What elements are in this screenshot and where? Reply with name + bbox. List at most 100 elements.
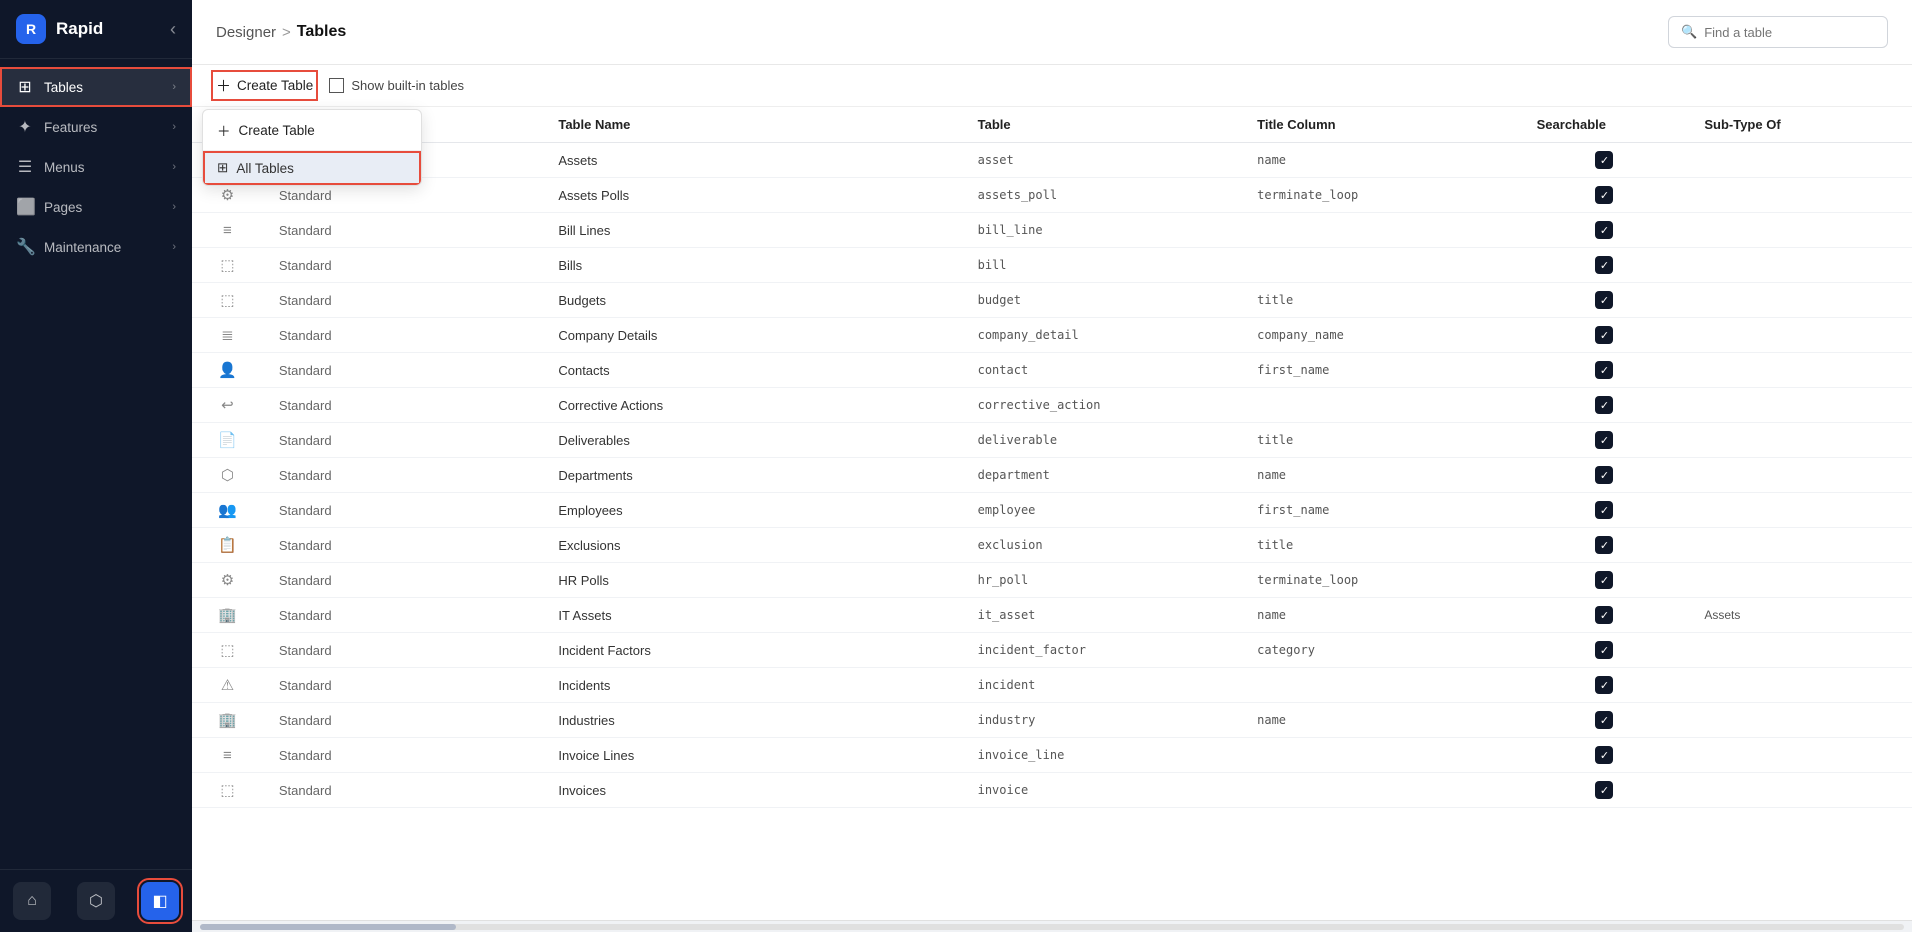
searchable-checkbox-checked: ✓ bbox=[1595, 711, 1613, 729]
table-row[interactable]: 📋StandardExclusionsexclusiontitle✓ bbox=[192, 528, 1912, 563]
searchable-checkbox-checked: ✓ bbox=[1595, 151, 1613, 169]
row-title-col: company_name bbox=[1241, 318, 1521, 353]
sidebar-item-maintenance[interactable]: 🔧 Maintenance › bbox=[0, 227, 192, 267]
row-subtype bbox=[1688, 458, 1912, 493]
col-header-searchable[interactable]: Searchable bbox=[1521, 107, 1689, 143]
table-row[interactable]: 📄StandardDeliverablesdeliverabletitle✓ bbox=[192, 423, 1912, 458]
row-type: Standard bbox=[263, 213, 543, 248]
row-name[interactable]: IT Assets bbox=[542, 598, 961, 633]
row-searchable: ✓ bbox=[1521, 563, 1689, 598]
table-row[interactable]: ≡StandardBill Linesbill_line✓ bbox=[192, 213, 1912, 248]
row-subtype bbox=[1688, 668, 1912, 703]
row-name[interactable]: Contacts bbox=[542, 353, 961, 388]
breadcrumb-designer[interactable]: Designer bbox=[216, 24, 276, 41]
row-name[interactable]: Corrective Actions bbox=[542, 388, 961, 423]
col-header-name[interactable]: Table Name bbox=[542, 107, 961, 143]
row-searchable: ✓ bbox=[1521, 423, 1689, 458]
table-row[interactable]: ↩StandardCorrective Actionscorrective_ac… bbox=[192, 388, 1912, 423]
row-name[interactable]: Exclusions bbox=[542, 528, 961, 563]
row-title-col: category bbox=[1241, 633, 1521, 668]
row-icon-cell: ⚠ bbox=[192, 668, 263, 703]
scroll-thumb[interactable] bbox=[200, 924, 456, 930]
dropdown-all-tables[interactable]: ⊞ All Tables ▶ bbox=[203, 151, 421, 185]
sidebar: R Rapid ‹ ⊞ Tables › ✦ Features › ☰ Menu… bbox=[0, 0, 192, 932]
show-built-in-label[interactable]: Show built-in tables bbox=[329, 78, 464, 93]
row-icon-cell: 📄 bbox=[192, 423, 263, 458]
horizontal-scrollbar[interactable] bbox=[192, 920, 1912, 932]
table-row[interactable]: ⚠StandardIncidentsincident✓ bbox=[192, 668, 1912, 703]
table-row[interactable]: ⬚StandardIncident Factorsincident_factor… bbox=[192, 633, 1912, 668]
breadcrumb: Designer > Tables bbox=[216, 23, 346, 41]
menus-arrow: › bbox=[172, 161, 176, 173]
row-name[interactable]: Departments bbox=[542, 458, 961, 493]
row-name[interactable]: Bill Lines bbox=[542, 213, 961, 248]
sidebar-item-pages[interactable]: ⬜ Pages › bbox=[0, 187, 192, 227]
col-header-subtype[interactable]: Sub-Type Of bbox=[1688, 107, 1912, 143]
searchable-checkbox-checked: ✓ bbox=[1595, 746, 1613, 764]
table-row[interactable]: ≣StandardCompany Detailscompany_detailco… bbox=[192, 318, 1912, 353]
row-type: Standard bbox=[263, 388, 543, 423]
scroll-track[interactable] bbox=[200, 924, 1904, 930]
row-searchable: ✓ bbox=[1521, 738, 1689, 773]
searchable-checkbox-checked: ✓ bbox=[1595, 606, 1613, 624]
row-table-id: incident_factor bbox=[962, 633, 1242, 668]
col-header-table[interactable]: Table bbox=[962, 107, 1242, 143]
row-name[interactable]: Bills bbox=[542, 248, 961, 283]
find-table-input-wrapper[interactable]: 🔍 bbox=[1668, 16, 1888, 48]
table-row[interactable]: ⬚StandardBudgetsbudgettitle✓ bbox=[192, 283, 1912, 318]
row-name[interactable]: Incident Factors bbox=[542, 633, 961, 668]
table-row[interactable]: 🏢StandardIndustriesindustryname✓ bbox=[192, 703, 1912, 738]
sidebar-collapse-button[interactable]: ‹ bbox=[170, 19, 176, 40]
row-type: Standard bbox=[263, 563, 543, 598]
home-button[interactable]: ⌂ bbox=[13, 882, 51, 920]
row-name[interactable]: Assets Polls bbox=[542, 178, 961, 213]
show-built-in-checkbox[interactable] bbox=[329, 78, 344, 93]
row-table-id: deliverable bbox=[962, 423, 1242, 458]
row-name[interactable]: Assets bbox=[542, 143, 961, 178]
create-table-dropdown: ＋ Create Table ⊞ All Tables ▶ bbox=[202, 109, 422, 186]
row-name[interactable]: Deliverables bbox=[542, 423, 961, 458]
sidebar-item-menus[interactable]: ☰ Menus › bbox=[0, 147, 192, 187]
row-subtype bbox=[1688, 633, 1912, 668]
table-row[interactable]: ⚙StandardHR Pollshr_pollterminate_loop✓ bbox=[192, 563, 1912, 598]
row-icon-cell: ⬚ bbox=[192, 633, 263, 668]
tables-table: Type Table Name Table Title Column Searc… bbox=[192, 107, 1912, 808]
table-row[interactable]: 👤StandardContactscontactfirst_name✓ bbox=[192, 353, 1912, 388]
table-row[interactable]: ≡StandardInvoice Linesinvoice_line✓ bbox=[192, 738, 1912, 773]
row-name[interactable]: Invoice Lines bbox=[542, 738, 961, 773]
row-searchable: ✓ bbox=[1521, 773, 1689, 808]
sidebar-item-menus-label: Menus bbox=[44, 160, 85, 175]
row-name[interactable]: Budgets bbox=[542, 283, 961, 318]
row-subtype bbox=[1688, 493, 1912, 528]
row-name[interactable]: HR Polls bbox=[542, 563, 961, 598]
row-title-col: title bbox=[1241, 283, 1521, 318]
sidebar-item-pages-label: Pages bbox=[44, 200, 82, 215]
row-subtype bbox=[1688, 388, 1912, 423]
row-title-col bbox=[1241, 388, 1521, 423]
searchable-checkbox-checked: ✓ bbox=[1595, 186, 1613, 204]
sidebar-item-tables[interactable]: ⊞ Tables › bbox=[0, 67, 192, 107]
find-table-input[interactable] bbox=[1704, 25, 1875, 40]
row-searchable: ✓ bbox=[1521, 178, 1689, 213]
network-button[interactable]: ⬡ bbox=[77, 882, 115, 920]
row-name[interactable]: Employees bbox=[542, 493, 961, 528]
table-row[interactable]: 🏢StandardIT Assetsit_assetname✓Assets bbox=[192, 598, 1912, 633]
table-row[interactable]: ⚙StandardAssets Pollsassets_pollterminat… bbox=[192, 178, 1912, 213]
table-row[interactable]: ⬡StandardDepartmentsdepartmentname✓ bbox=[192, 458, 1912, 493]
table-row[interactable]: ⬚StandardInvoicesinvoice✓ bbox=[192, 773, 1912, 808]
row-icon-cell: ⬚ bbox=[192, 283, 263, 318]
designer-button[interactable]: ◧ bbox=[141, 882, 179, 920]
table-row[interactable]: ⬜StandardAssetsassetname✓ bbox=[192, 143, 1912, 178]
col-header-title-col[interactable]: Title Column bbox=[1241, 107, 1521, 143]
row-name[interactable]: Incidents bbox=[542, 668, 961, 703]
create-table-button[interactable]: ＋ Create Table bbox=[216, 75, 313, 96]
row-table-id: hr_poll bbox=[962, 563, 1242, 598]
row-name[interactable]: Invoices bbox=[542, 773, 961, 808]
row-searchable: ✓ bbox=[1521, 458, 1689, 493]
row-subtype bbox=[1688, 528, 1912, 563]
table-row[interactable]: ⬚StandardBillsbill✓ bbox=[192, 248, 1912, 283]
row-name[interactable]: Industries bbox=[542, 703, 961, 738]
table-row[interactable]: 👥StandardEmployeesemployeefirst_name✓ bbox=[192, 493, 1912, 528]
row-name[interactable]: Company Details bbox=[542, 318, 961, 353]
sidebar-item-features[interactable]: ✦ Features › bbox=[0, 107, 192, 147]
